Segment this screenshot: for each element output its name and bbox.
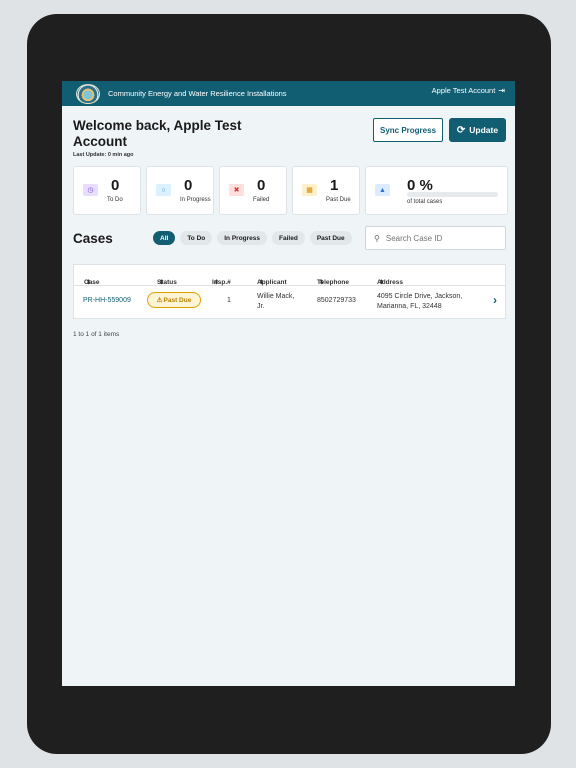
app-title: Community Energy and Water Resilience In…: [108, 89, 287, 98]
filter-in-progress[interactable]: In Progress: [217, 231, 268, 245]
stat-card-in-progress[interactable]: ○ 0 In Progress: [146, 166, 214, 215]
stat-card-todo[interactable]: ◷ 0 To Do: [73, 166, 141, 215]
telephone: 8502729733: [317, 297, 356, 304]
table-row[interactable]: PR-HH-559009 ⚠ Past Due 1 Willie Mack, J…: [74, 286, 505, 318]
account-name: Apple Test Account: [431, 86, 496, 95]
refresh-icon: ○: [156, 184, 171, 196]
stat-label: Failed: [253, 197, 270, 203]
stat-label: To Do: [107, 197, 123, 203]
warning-icon: ⚠: [156, 297, 163, 304]
chevron-right-icon[interactable]: ›: [493, 293, 497, 307]
stat-value: 0: [184, 177, 193, 194]
welcome-header: Welcome back, Apple Test Account Last Up…: [73, 118, 506, 158]
pagination-summary: 1 to 1 of 1 items: [73, 331, 120, 338]
sort-icon: ⬍: [319, 280, 325, 286]
stat-value: 0: [257, 177, 266, 194]
chart-icon: ▲: [375, 184, 390, 196]
status-badge: ⚠ Past Due: [147, 292, 201, 308]
seal-logo: [76, 83, 100, 104]
filter-todo[interactable]: To Do: [180, 231, 213, 245]
stat-card-past-due[interactable]: ▦ 1 Past Due: [292, 166, 360, 215]
filter-past-due[interactable]: Past Due: [309, 231, 352, 245]
stat-card-failed[interactable]: ✖ 0 Failed: [219, 166, 287, 215]
stat-value: 1: [330, 177, 339, 194]
app-screen: Community Energy and Water Resilience In…: [62, 81, 515, 686]
stat-label: Past Due: [326, 197, 351, 203]
filter-failed[interactable]: Failed: [272, 231, 305, 245]
clock-icon: ◷: [83, 184, 98, 196]
search-box[interactable]: ⚲: [365, 226, 506, 250]
account-menu[interactable]: Apple Test Account ⇥: [432, 86, 505, 95]
sort-icon: ⬍: [259, 280, 265, 286]
case-id-link[interactable]: PR-HH-559009: [83, 297, 131, 304]
top-bar: Community Energy and Water Resilience In…: [62, 81, 515, 106]
refresh-icon: ⟳: [456, 124, 466, 136]
progress-bar: [407, 192, 498, 197]
cases-title: Cases: [73, 230, 113, 246]
table-header: Case ⬍ Status ⬍ Insp.# ⬍ Applicant ⬍ Telepho…: [74, 265, 505, 286]
search-icon: ⚲: [374, 233, 380, 243]
update-button[interactable]: ⟳ Update: [449, 118, 506, 142]
sort-icon: ⬍: [214, 280, 220, 286]
address: 4095 Circle Drive, Jackson, Marianna, FL…: [377, 293, 463, 310]
sort-icon: ⬍: [86, 280, 92, 286]
last-update: Last Update: 0 min ago: [73, 152, 134, 158]
sync-progress-button[interactable]: Sync Progress: [373, 118, 443, 142]
sort-icon: ⬍: [379, 280, 385, 286]
stat-label: In Progress: [180, 197, 211, 203]
search-input[interactable]: [385, 233, 496, 243]
progress-label: of total cases: [407, 199, 443, 205]
calendar-icon: ▦: [302, 184, 317, 196]
sort-icon: ⬍: [159, 280, 165, 286]
stat-value: 0: [111, 177, 120, 194]
inspection-number: 1: [227, 297, 231, 304]
x-icon: ✖: [229, 184, 244, 196]
stats-row: ◷ 0 To Do ○ 0 In Progress ✖ 0 Failed ▦ 1…: [73, 166, 508, 215]
update-label: Update: [469, 125, 499, 135]
progress-card: ▲ 0 % of total cases: [365, 166, 508, 215]
logout-icon[interactable]: ⇥: [498, 86, 505, 95]
filter-all[interactable]: All: [153, 231, 176, 245]
applicant-name: Willie Mack, Jr.: [257, 293, 295, 310]
cases-table: Case ⬍ Status ⬍ Insp.# ⬍ Applicant ⬍ Telepho…: [73, 264, 506, 319]
welcome-title: Welcome back, Apple Test Account: [73, 118, 242, 149]
cases-toolbar: Cases All To Do In Progress Failed Past …: [73, 226, 506, 250]
